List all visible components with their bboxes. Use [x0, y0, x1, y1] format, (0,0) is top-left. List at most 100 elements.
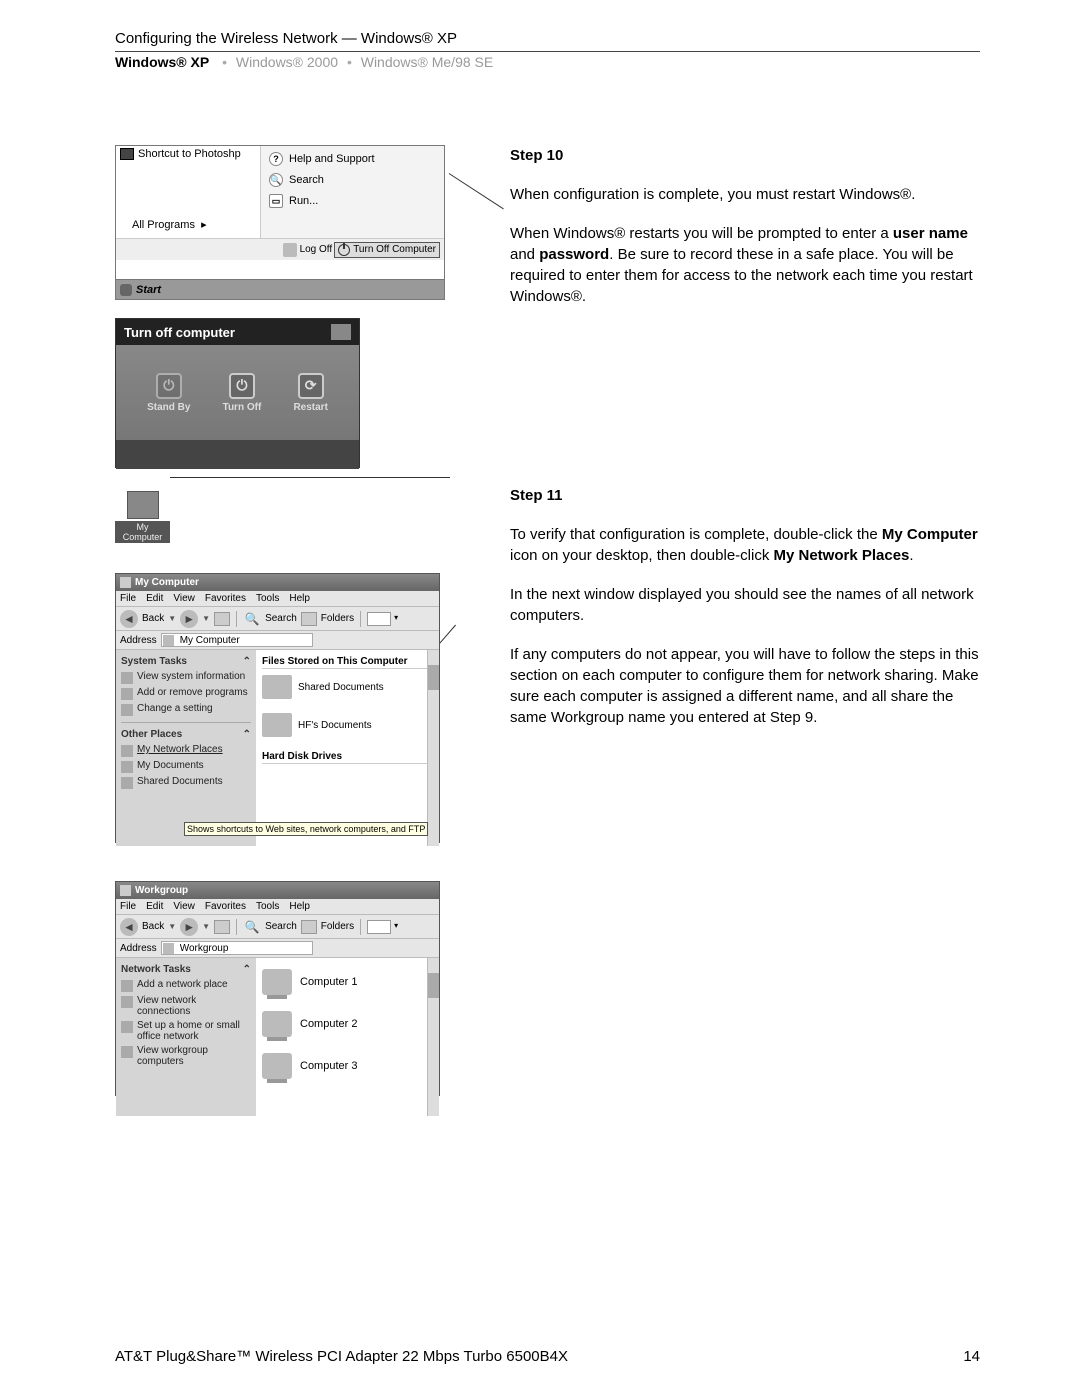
forward-button[interactable]: ►	[180, 918, 198, 936]
my-computer-desktop-icon[interactable]: My Computer	[115, 491, 170, 543]
footer-page-number: 14	[963, 1348, 980, 1365]
up-button[interactable]	[214, 920, 230, 934]
back-button[interactable]: ◄	[120, 918, 138, 936]
computer-icon	[262, 1053, 292, 1079]
my-documents-link[interactable]: My Documents	[121, 760, 251, 773]
hf-documents-folder[interactable]: HF's Documents	[262, 713, 433, 737]
views-button[interactable]	[367, 920, 391, 934]
hard-disk-drives-header: Hard Disk Drives	[262, 751, 433, 764]
add-remove-programs-link[interactable]: Add or remove programs	[121, 687, 251, 700]
start-button-label: Start	[136, 284, 161, 296]
toolbar: ◄Back▼ ►▼ 🔍Search Folders	[116, 607, 439, 631]
divider	[115, 51, 980, 52]
step-10-p1: When configuration is complete, you must…	[510, 184, 980, 205]
view-network-connections-link[interactable]: View network connections	[121, 995, 251, 1017]
task-pane: Network Tasks⌃ Add a network place View …	[116, 958, 256, 1116]
computer-icon	[262, 1011, 292, 1037]
my-computer-window-screenshot: My Computer FileEditViewFavoritesToolsHe…	[115, 573, 440, 843]
scrollbar[interactable]	[427, 650, 439, 846]
shortcut-label: Shortcut to Photoshp	[138, 148, 241, 160]
content-pane: Files Stored on This Computer Shared Doc…	[256, 650, 439, 846]
up-button[interactable]	[214, 612, 230, 626]
system-tasks-header: System Tasks	[121, 656, 187, 667]
logoff-icon	[283, 243, 297, 257]
help-support-item[interactable]: ?Help and Support	[269, 152, 436, 166]
start-orb-icon	[120, 284, 132, 296]
address-input[interactable]	[161, 633, 313, 647]
menu-bar[interactable]: FileEditViewFavoritesToolsHelp	[116, 591, 439, 607]
scrollbar[interactable]	[427, 958, 439, 1116]
change-setting-link[interactable]: Change a setting	[121, 703, 251, 716]
other-places-header: Other Places	[121, 729, 182, 740]
step-10-title: Step 10	[510, 145, 980, 166]
address-icon	[163, 635, 174, 646]
step-11-p1: To verify that configuration is complete…	[510, 524, 980, 566]
windows-flag-icon	[331, 324, 351, 340]
my-computer-label: My Computer	[115, 521, 170, 543]
views-button[interactable]	[367, 612, 391, 626]
back-button[interactable]: ◄	[120, 610, 138, 628]
window-icon	[120, 885, 131, 896]
run-item[interactable]: ▭Run...	[269, 194, 436, 208]
dialog-title: Turn off computer	[124, 325, 235, 340]
computer-icon	[127, 491, 159, 519]
window-title: My Computer	[135, 577, 199, 588]
footer-product: AT&T Plug&Share™ Wireless PCI Adapter 22…	[115, 1348, 568, 1365]
menu-bar[interactable]: FileEditViewFavoritesToolsHelp	[116, 899, 439, 915]
address-bar: Address	[116, 939, 439, 958]
content-pane: Computer 1 Computer 2 Computer 3	[256, 958, 439, 1116]
computer-3-item[interactable]: Computer 3	[262, 1053, 433, 1079]
step-11-p3: If any computers do not appear, you will…	[510, 644, 980, 728]
add-network-place-link[interactable]: Add a network place	[121, 979, 251, 992]
start-menu-screenshot: Shortcut to Photoshp All Programs ▸ ?Hel…	[115, 145, 445, 280]
os-tabs: Windows® XP • Windows® 2000 • Windows® M…	[115, 54, 980, 70]
page-footer: AT&T Plug&Share™ Wireless PCI Adapter 22…	[115, 1348, 980, 1365]
instructions-column: Step 10 When configuration is complete, …	[510, 145, 980, 1096]
network-tasks-header: Network Tasks	[121, 964, 191, 975]
folder-icon	[262, 675, 292, 699]
turn-off-computer-button[interactable]: Turn Off Computer	[334, 242, 440, 258]
search-button[interactable]: 🔍	[243, 918, 261, 936]
photoshop-icon	[120, 148, 134, 160]
computer-2-item[interactable]: Computer 2	[262, 1011, 433, 1037]
power-icon	[338, 244, 350, 256]
window-title: Workgroup	[135, 885, 188, 896]
turn-off-button[interactable]: ⏻Turn Off	[223, 373, 262, 413]
step-11-p2: In the next window displayed you should …	[510, 584, 980, 626]
folder-icon	[262, 713, 292, 737]
shared-documents-link[interactable]: Shared Documents	[121, 776, 251, 789]
workgroup-window-screenshot: Workgroup FileEditViewFavoritesToolsHelp…	[115, 881, 440, 1096]
computer-1-item[interactable]: Computer 1	[262, 969, 433, 995]
document-page: Configuring the Wireless Network — Windo…	[0, 0, 1080, 1397]
standby-button[interactable]: ⏻Stand By	[147, 373, 190, 413]
os-tab-me98: Windows® Me/98 SE	[361, 54, 493, 70]
all-programs-label[interactable]: All Programs	[132, 219, 195, 231]
taskbar[interactable]: Start	[115, 280, 445, 300]
toolbar: ◄Back▼ ►▼ 🔍Search Folders	[116, 915, 439, 939]
window-icon	[120, 577, 131, 588]
my-network-places-link[interactable]: My Network Places	[121, 744, 251, 757]
callout-line-mycomputer	[170, 477, 450, 478]
view-workgroup-computers-link[interactable]: View workgroup computers	[121, 1045, 251, 1067]
folders-button[interactable]	[301, 920, 317, 934]
step-10-p2: When Windows® restarts you will be promp…	[510, 223, 980, 307]
address-icon	[163, 943, 174, 954]
folders-button[interactable]	[301, 612, 317, 626]
search-item[interactable]: 🔍Search	[269, 173, 436, 187]
view-system-info-link[interactable]: View system information	[121, 671, 251, 684]
forward-button[interactable]: ►	[180, 610, 198, 628]
step-11-title: Step 11	[510, 485, 980, 506]
setup-home-network-link[interactable]: Set up a home or small office network	[121, 1020, 251, 1042]
shared-documents-folder[interactable]: Shared Documents	[262, 675, 433, 699]
address-bar: Address	[116, 631, 439, 650]
turn-off-dialog-screenshot: Turn off computer ⏻Stand By ⏻Turn Off ⟳R…	[115, 318, 360, 468]
restart-button[interactable]: ⟳Restart	[293, 373, 327, 413]
search-button[interactable]: 🔍	[243, 610, 261, 628]
screenshot-column: Shortcut to Photoshp All Programs ▸ ?Hel…	[115, 145, 450, 1096]
page-title: Configuring the Wireless Network — Windo…	[115, 30, 980, 47]
computer-icon	[262, 969, 292, 995]
tooltip: Shows shortcuts to Web sites, network co…	[184, 822, 428, 836]
address-input[interactable]	[161, 941, 313, 955]
os-tab-2000: Windows® 2000	[236, 54, 338, 70]
log-off-button[interactable]: Log Off	[283, 243, 333, 257]
